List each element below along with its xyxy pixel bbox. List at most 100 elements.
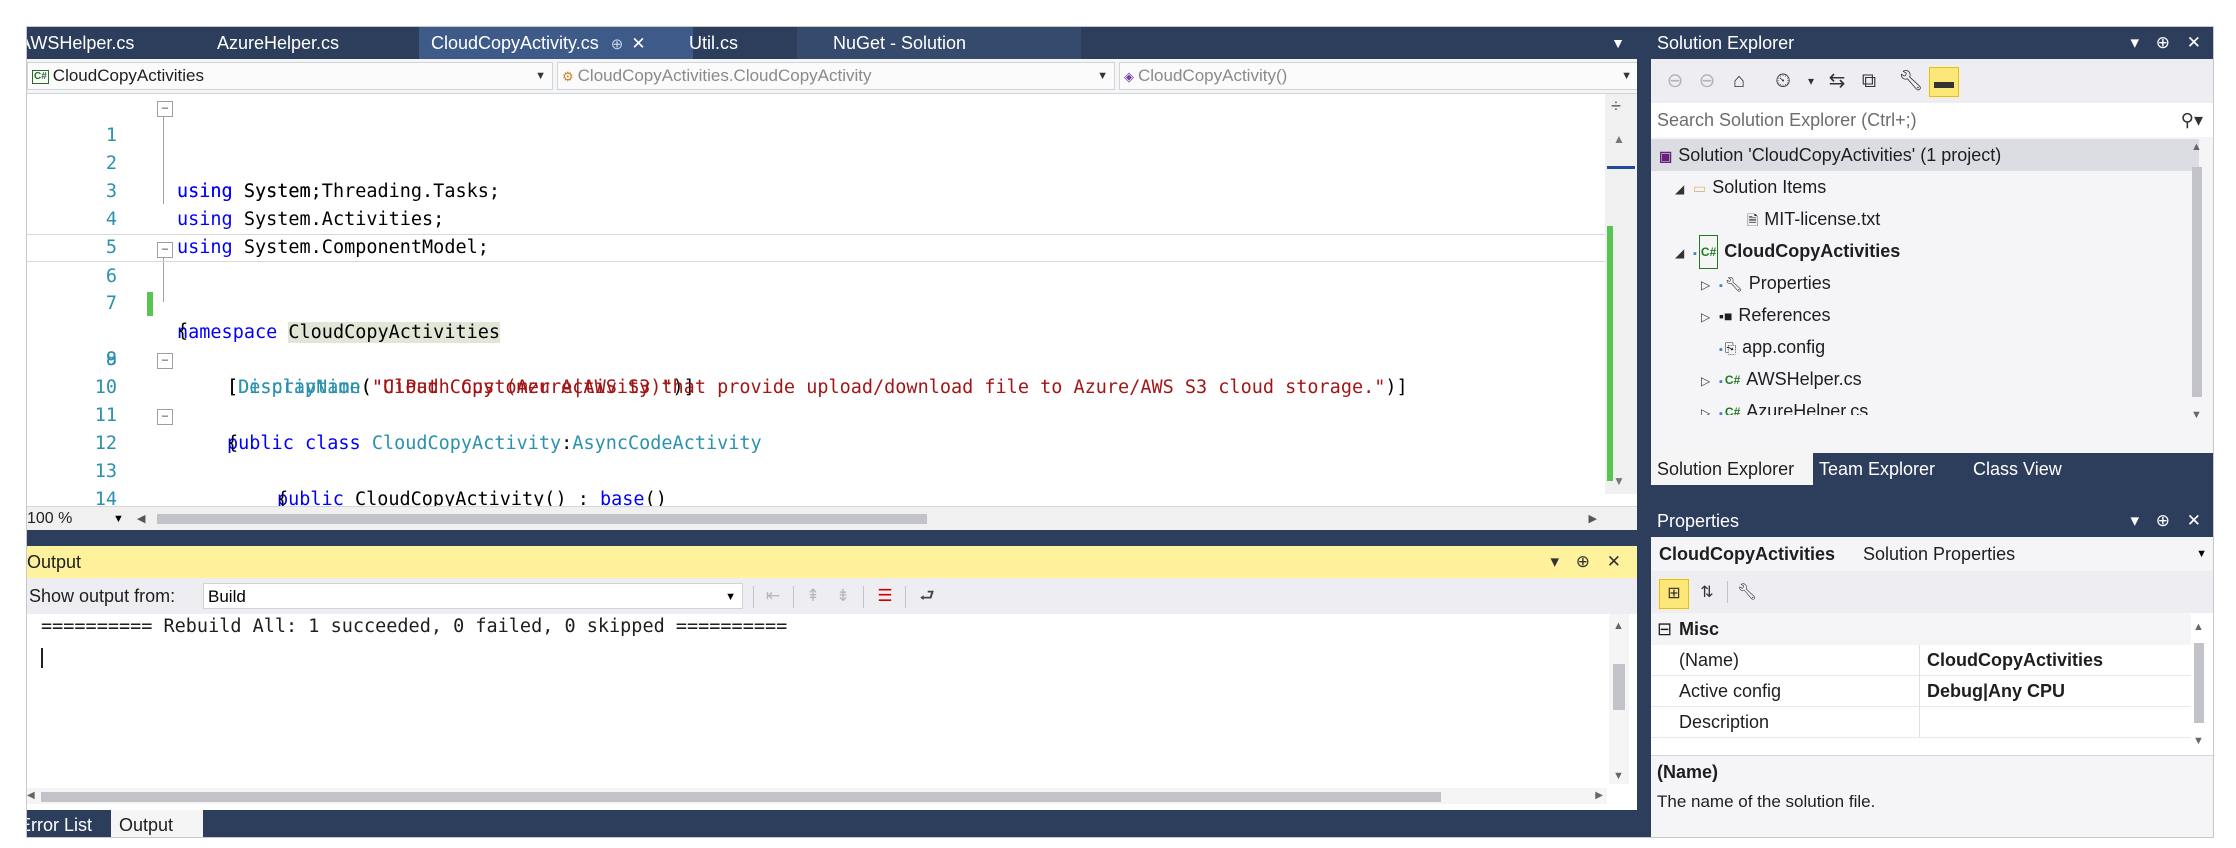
horizontal-scrollbar-thumb[interactable] [157, 514, 927, 524]
output-source-dropdown[interactable]: Build ▼ [203, 583, 743, 609]
alphabetical-icon[interactable]: ⇅ [1693, 579, 1721, 607]
scroll-down-icon[interactable]: ▼ [1613, 474, 1625, 488]
chevron-down-icon[interactable]: ▾ [1797, 67, 1825, 95]
tree-vertical-scrollbar[interactable]: ▲ ▼ [2189, 141, 2205, 421]
preview-selected-items-icon[interactable]: ▬ [1929, 67, 1959, 97]
property-grid-scrollbar[interactable]: ▲ ▼ [2191, 613, 2207, 755]
scroll-up-icon[interactable]: ▲ [1613, 620, 1624, 632]
collapsed-icon[interactable]: ▷ [1701, 397, 1719, 415]
next-message-icon[interactable]: ⇟ [831, 584, 855, 608]
tab-class-view[interactable]: Class View [1973, 453, 2083, 485]
output-horizontal-scrollbar[interactable]: ◀ ▶ [27, 788, 1607, 804]
panel-window-controls[interactable]: ▾ ⊕ ✕ [2131, 27, 2207, 59]
scrollbar-thumb[interactable] [41, 792, 1441, 802]
output-text-area[interactable]: ========== Rebuild All: 1 succeeded, 0 f… [27, 614, 1637, 810]
tab-util[interactable]: Util.cs [681, 27, 809, 59]
tab-solution-explorer[interactable]: Solution Explorer [1651, 453, 1813, 485]
zoom-level[interactable]: 100 % [27, 507, 72, 531]
chevron-down-icon[interactable]: ▼ [113, 507, 124, 531]
property-pages-icon[interactable]: 🔧︎ [1733, 579, 1761, 607]
collapse-icon[interactable]: − [157, 242, 173, 258]
collapse-icon[interactable]: − [157, 409, 173, 425]
split-window-icon[interactable]: ÷ [1611, 96, 1621, 117]
collapse-icon[interactable]: ⊟ [1657, 613, 1672, 645]
tab-team-explorer[interactable]: Team Explorer [1819, 453, 1959, 485]
vertical-splitter[interactable] [1637, 27, 1651, 837]
property-row[interactable]: Active config Debug|Any CPU [1651, 676, 2191, 707]
home-icon[interactable]: ⌂ [1725, 67, 1753, 95]
scrollbar-thumb[interactable] [2194, 643, 2204, 723]
toggle-word-wrap-icon[interactable]: ⮐ [915, 584, 939, 608]
categorized-icon[interactable]: ⊞ [1659, 579, 1689, 609]
project-dropdown-value: CloudCopyActivities [52, 66, 204, 85]
properties-object-selector[interactable]: CloudCopyActivities Solution Properties … [1651, 537, 2213, 571]
tree-item-awshelper[interactable]: ▷ ▪ C# AWSHelper.cs [1701, 363, 1862, 395]
tab-awshelper[interactable]: AWSHelper.cs [27, 27, 169, 59]
tab-error-list[interactable]: Error List [27, 810, 109, 837]
code-editor[interactable]: 1 − using System; 2 using System.Threadi… [27, 94, 1637, 506]
collapsed-icon[interactable]: ▷ [1701, 301, 1719, 333]
type-dropdown[interactable]: ⚙ CloudCopyActivities.CloudCopyActivity ▼ [557, 62, 1115, 90]
property-category[interactable]: ⊟ Misc [1651, 613, 2191, 645]
panel-window-controls[interactable]: ▾ ⊕ ✕ [2131, 505, 2207, 537]
panel-window-controls[interactable]: ▾ ⊕ ✕ [1551, 546, 1627, 578]
collapsed-icon[interactable]: ▷ [1701, 269, 1719, 301]
tab-output[interactable]: Output [111, 810, 203, 837]
close-icon[interactable]: ✕ [631, 34, 645, 53]
previous-message-icon[interactable]: ⇞ [801, 584, 825, 608]
tree-item-azurehelper[interactable]: ▷ ▪ C# AzureHelper.cs [1701, 395, 1868, 415]
scroll-left-icon[interactable]: ◀ [137, 507, 145, 531]
tree-item-app-config[interactable]: ▪ ⎘ app.config [1719, 331, 1825, 363]
property-value[interactable]: Debug|Any CPU [1927, 676, 2065, 706]
scroll-down-icon[interactable]: ▼ [2193, 735, 2204, 747]
caret-position-marker [1607, 166, 1635, 169]
panel-splitter[interactable] [27, 530, 1637, 546]
properties-wrench-icon[interactable]: 🔧︎ [1897, 67, 1925, 95]
tab-nuget[interactable]: NuGet - Solution [797, 27, 1081, 59]
clear-all-icon[interactable]: ☰ [873, 584, 897, 608]
scroll-down-icon[interactable]: ▼ [1613, 770, 1624, 782]
property-row[interactable]: (Name) CloudCopyActivities [1651, 645, 2191, 676]
scroll-right-icon[interactable]: ▶ [1595, 788, 1603, 804]
member-dropdown[interactable]: ◈ CloudCopyActivity() ▼ [1119, 62, 1639, 90]
pending-changes-filter-icon[interactable]: ⏲ [1769, 67, 1797, 95]
collapsed-icon[interactable]: ▷ [1701, 365, 1719, 397]
property-row[interactable]: Description [1651, 707, 2191, 738]
scroll-right-icon[interactable]: ▶ [1589, 507, 1597, 531]
tab-cloudcopyactivity[interactable]: CloudCopyActivity.cs ⊕ ✕ [419, 27, 693, 59]
text-file-icon: 🗎︎ [1747, 212, 1759, 229]
scroll-up-icon[interactable]: ▲ [2191, 141, 2202, 153]
search-icon[interactable]: ⚲▾ [2181, 103, 2203, 137]
scrollbar-thumb[interactable] [2192, 167, 2202, 397]
scroll-up-icon[interactable]: ▲ [2193, 621, 2204, 633]
output-panel-title: Output ▾ ⊕ ✕ [27, 546, 1637, 578]
scroll-left-icon[interactable]: ◀ [27, 788, 35, 804]
forward-icon[interactable]: ⊖ [1693, 67, 1721, 95]
pin-icon[interactable]: ⊕ [611, 36, 624, 53]
tab-overflow-dropdown-icon[interactable]: ▼ [1611, 27, 1625, 59]
solution-explorer-search[interactable]: Search Solution Explorer (Ctrl+;) ⚲▾ [1651, 103, 2213, 138]
expanded-icon[interactable]: ◢ [1675, 237, 1693, 269]
output-vertical-scrollbar[interactable]: ▲ ▼ [1609, 614, 1629, 784]
find-message-icon[interactable]: ⇤ [761, 584, 785, 608]
property-value[interactable]: CloudCopyActivities [1927, 645, 2103, 675]
scroll-down-icon[interactable]: ▼ [2191, 409, 2202, 421]
scrollbar-thumb[interactable] [1613, 664, 1625, 710]
tree-item-references[interactable]: ▷ ▪■ References [1701, 299, 1830, 331]
tree-item-solution-items[interactable]: ◢ ▭ Solution Items [1675, 171, 1826, 203]
tree-item-project[interactable]: ◢ ▪ C# CloudCopyActivities [1675, 235, 1900, 270]
panel-splitter[interactable] [1651, 485, 2213, 505]
editor-vertical-scrollbar[interactable]: ÷ ▲ ▼ [1605, 94, 1637, 494]
tab-azurehelper[interactable]: AzureHelper.cs [217, 27, 377, 59]
collapse-icon[interactable]: − [157, 353, 173, 369]
collapse-all-icon[interactable]: ⧉ [1855, 67, 1883, 95]
sync-with-active-document-icon[interactable]: ⇆ [1823, 67, 1851, 95]
tree-item-solution[interactable]: ▣ Solution 'CloudCopyActivities' (1 proje… [1651, 139, 2199, 171]
back-icon[interactable]: ⊖ [1661, 67, 1689, 95]
expanded-icon[interactable]: ◢ [1675, 173, 1693, 205]
collapse-icon[interactable]: − [157, 101, 173, 117]
tree-item-license[interactable]: 🗎︎ MIT-license.txt [1747, 203, 1880, 235]
tree-item-properties[interactable]: ▷ ▪ 🔧︎ Properties [1701, 267, 1831, 299]
project-dropdown[interactable]: C# CloudCopyActivities ▼ [27, 62, 553, 90]
scroll-up-icon[interactable]: ▲ [1613, 132, 1625, 146]
